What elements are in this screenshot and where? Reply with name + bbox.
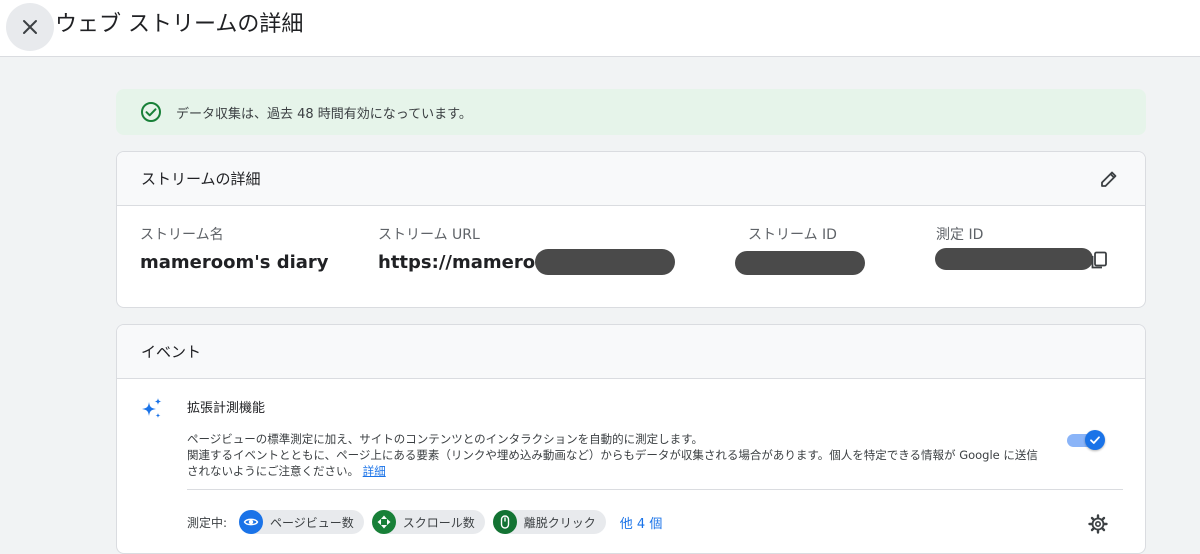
stream-details-header: ストリームの詳細 (117, 152, 1145, 206)
measured-events-chips: ページビュー数 スクロール数 離脱クリック 他 4 個 (239, 510, 662, 534)
edit-button[interactable] (1097, 167, 1121, 191)
copy-button[interactable] (1087, 248, 1111, 272)
description-line-3-text: されないようにご注意ください。 (187, 464, 360, 478)
settings-button[interactable] (1087, 513, 1109, 535)
stream-id-label: ストリーム ID (748, 227, 837, 243)
crosshair-icon (371, 510, 396, 534)
events-divider (187, 489, 1123, 490)
stream-details-card: ストリームの詳細 ストリーム名 mameroom's diary ストリーム U… (116, 151, 1146, 308)
events-body: 拡張計測機能 ページビューの標準測定に加え、サイトのコンテンツとのインタラクショ… (117, 379, 1145, 539)
enhanced-measurement-toggle[interactable] (1067, 429, 1105, 451)
measurement-id-label: 測定 ID (936, 227, 984, 243)
description-line-2: 関連するイベントとともに、ページ上にある要素（リンクや埋め込み動画など）からもデ… (187, 448, 1038, 462)
gear-icon (1088, 514, 1108, 534)
chip-scrolls: スクロール数 (371, 510, 485, 534)
toggle-thumb (1085, 430, 1105, 450)
top-bar: ウェブ ストリームの詳細 (0, 0, 1200, 57)
check-icon (1090, 436, 1100, 444)
more-events-link[interactable]: 他 4 個 (620, 513, 663, 532)
sparkle-icon (142, 398, 162, 418)
description-line-3: されないようにご注意ください。 詳細 (187, 463, 1087, 479)
description-line-1: ページビューの標準測定に加え、サイトのコンテンツとのインタラクションを自動的に測… (187, 432, 703, 446)
measuring-label: 測定中: (187, 516, 228, 530)
chip-outbound-clicks: 離脱クリック (492, 510, 606, 534)
check-circle-icon (141, 102, 161, 122)
copy-icon (1091, 251, 1107, 269)
stream-url-label: ストリーム URL (378, 227, 480, 243)
close-icon (23, 20, 37, 34)
close-button[interactable] (6, 3, 54, 51)
data-collection-banner: データ収集は、過去 48 時間有効になっています。 (116, 89, 1146, 135)
stream-id-redaction (735, 251, 865, 275)
chip-outbound-clicks-label: 離脱クリック (523, 515, 596, 530)
stream-name-field: ストリーム名 mameroom's diary (140, 224, 329, 273)
stream-name-label: ストリーム名 (140, 227, 224, 243)
url-redaction (535, 249, 675, 275)
chip-page-views-label: ページビュー数 (270, 515, 354, 530)
stream-id-field: ストリーム ID (748, 224, 837, 252)
pencil-icon (1101, 171, 1117, 187)
stream-details-title: ストリームの詳細 (141, 170, 261, 188)
enhanced-measurement-description: ページビューの標準測定に加え、サイトのコンテンツとのインタラクションを自動的に測… (187, 431, 1087, 479)
eye-icon (239, 510, 263, 534)
chip-page-views: ページビュー数 (239, 510, 364, 534)
measurement-id-redaction (935, 248, 1093, 270)
details-link[interactable]: 詳細 (363, 464, 386, 478)
mouse-icon (492, 510, 517, 534)
events-card: イベント 拡張計測機能 ページビューの標準測定に加え、サイトのコンテンツとのイン… (116, 324, 1146, 554)
stream-details-body: ストリーム名 mameroom's diary ストリーム URL https:… (117, 206, 1145, 306)
enhanced-measurement-title: 拡張計測機能 (187, 401, 266, 416)
events-title: イベント (141, 343, 202, 361)
banner-text: データ収集は、過去 48 時間有効になっています。 (176, 106, 472, 122)
events-header: イベント (117, 325, 1145, 379)
stream-name-value: mameroom's diary (140, 252, 329, 273)
chip-scrolls-label: スクロール数 (402, 515, 475, 530)
page-title: ウェブ ストリームの詳細 (55, 12, 304, 37)
